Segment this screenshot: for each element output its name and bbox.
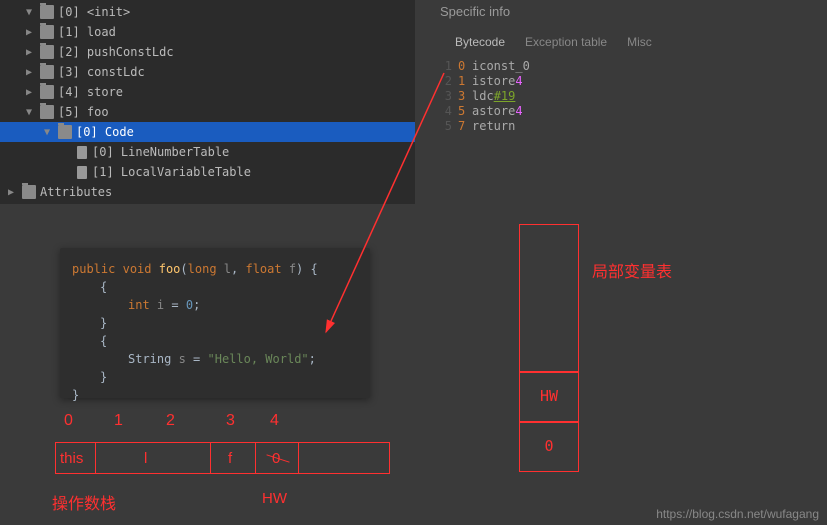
bytecode-line: 33 ldc #19 (438, 89, 819, 104)
bytecode-line: 57 return (438, 119, 819, 134)
tab-misc[interactable]: Misc (627, 35, 652, 49)
tab-exception-table[interactable]: Exception table (525, 35, 607, 49)
expand-arrow-icon[interactable] (22, 45, 36, 59)
folder-icon (40, 45, 54, 59)
code-snippet: public void foo(long l, float f) { { int… (60, 248, 370, 398)
file-icon (77, 146, 87, 159)
expand-arrow-icon[interactable] (40, 125, 54, 139)
section-header: Specific info (430, 0, 827, 23)
folder-icon (40, 85, 54, 99)
stack-label: 操作数栈 (52, 490, 116, 514)
tree-label: Attributes (40, 185, 112, 199)
class-tree-panel: [0] <init> [1] load [2] pushConstLdc [3] co… (0, 0, 415, 204)
tree-row[interactable]: [0] <init> (0, 2, 415, 22)
tab-bytecode[interactable]: Bytecode (455, 35, 505, 49)
stack-divider (95, 442, 96, 474)
stack-cell-f: f (228, 450, 232, 467)
folder-icon (22, 185, 36, 199)
stack-divider (210, 442, 211, 474)
bytecode-line: 21 istore 4 (438, 74, 819, 89)
stack-index-2: 2 (166, 412, 175, 430)
expand-arrow-icon[interactable] (22, 5, 36, 19)
stack-index-0: 0 (64, 412, 73, 430)
stack-cell-this: this (60, 450, 83, 467)
tree-label: [1] load (58, 25, 116, 39)
tree-row[interactable]: [1] LocalVariableTable (0, 162, 415, 182)
tree-row[interactable]: [3] constLdc (0, 62, 415, 82)
bytecode-listing: 10 iconst_021 istore 433 ldc #19 45 asto… (430, 55, 827, 138)
expand-arrow-icon[interactable] (22, 65, 36, 79)
tree-row[interactable]: [4] store (0, 82, 415, 102)
expand-arrow-icon[interactable] (22, 105, 36, 119)
tree-row[interactable]: [0] LineNumberTable (0, 142, 415, 162)
file-icon (77, 166, 87, 179)
stack-index-3: 3 (226, 412, 235, 430)
tree-row[interactable]: [5] foo (0, 102, 415, 122)
localvar-box-top (519, 224, 579, 372)
tree-label: [0] <init> (58, 5, 130, 19)
tree-label: [2] pushConstLdc (58, 45, 174, 59)
tree-label: [5] foo (58, 105, 109, 119)
expand-arrow-icon[interactable] (4, 185, 18, 199)
tabs-bar: Bytecode Exception table Misc (430, 23, 827, 55)
bytecode-line: 45 astore 4 (438, 104, 819, 119)
stack-outline (55, 442, 390, 474)
spacer (58, 165, 72, 179)
localvar-box-hw: HW (519, 372, 579, 422)
tree-row[interactable]: [0] Code (0, 122, 415, 142)
stack-index-4: 4 (270, 412, 279, 430)
stack-hw-label: HW (262, 490, 287, 507)
tree-label: [1] LocalVariableTable (92, 165, 251, 179)
bytecode-line: 10 iconst_0 (438, 59, 819, 74)
tree-label: [4] store (58, 85, 123, 99)
localvar-label: 局部变量表 (592, 258, 672, 282)
tree-label: [3] constLdc (58, 65, 145, 79)
localvar-box-zero: 0 (519, 422, 579, 472)
right-panel: Specific info Bytecode Exception table Mis… (430, 0, 827, 138)
tree-row[interactable]: Attributes (0, 182, 415, 202)
stack-index-1: 1 (114, 412, 123, 430)
spacer (58, 145, 72, 159)
tree-label: [0] Code (76, 125, 134, 139)
expand-arrow-icon[interactable] (22, 85, 36, 99)
watermark: https://blog.csdn.net/wufagang (656, 507, 819, 521)
folder-icon (40, 65, 54, 79)
tree-row[interactable]: [2] pushConstLdc (0, 42, 415, 62)
stack-divider (255, 442, 256, 474)
folder-icon (40, 105, 54, 119)
folder-icon (40, 5, 54, 19)
folder-icon (58, 125, 72, 139)
stack-divider (298, 442, 299, 474)
folder-icon (40, 25, 54, 39)
stack-cell-l: l (144, 450, 147, 467)
tree-row[interactable]: [1] load (0, 22, 415, 42)
tree-label: [0] LineNumberTable (92, 145, 229, 159)
stack-cell-strike: 0 (272, 450, 280, 467)
expand-arrow-icon[interactable] (22, 25, 36, 39)
